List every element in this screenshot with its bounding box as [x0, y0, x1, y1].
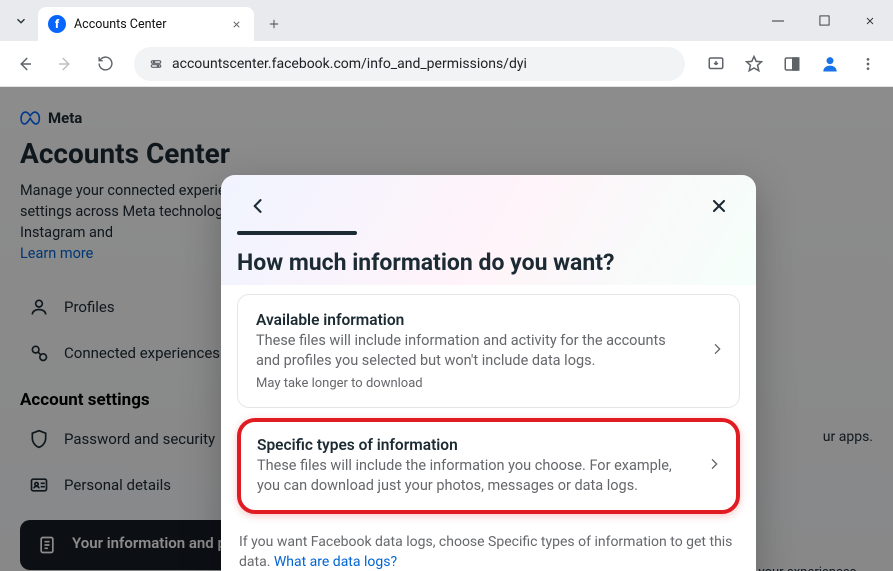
facebook-favicon: f	[48, 15, 66, 33]
modal-title: How much information do you want?	[237, 249, 740, 276]
browser-toolbar: accountscenter.facebook.com/info_and_per…	[0, 41, 893, 87]
window-minimize-button[interactable]	[755, 0, 801, 41]
site-settings-icon	[148, 56, 164, 72]
option-title: Available information	[256, 311, 687, 329]
side-panel-icon[interactable]	[775, 47, 809, 81]
chevron-right-icon	[706, 456, 722, 476]
window-maximize-button[interactable]	[801, 0, 847, 41]
data-logs-link[interactable]: What are data logs?	[274, 554, 397, 570]
modal-back-button[interactable]	[243, 191, 273, 221]
tab-close-button[interactable]	[228, 16, 244, 32]
new-tab-button[interactable]	[260, 10, 288, 38]
chevron-right-icon	[709, 341, 725, 361]
browser-tab-strip: f Accounts Center	[0, 0, 893, 41]
forward-button[interactable]	[48, 47, 82, 81]
address-bar[interactable]: accountscenter.facebook.com/info_and_per…	[134, 47, 685, 81]
install-app-icon[interactable]	[699, 47, 733, 81]
browser-tab[interactable]: f Accounts Center	[38, 7, 254, 41]
tab-title: Accounts Center	[74, 17, 220, 32]
bookmark-icon[interactable]	[737, 47, 771, 81]
reload-button[interactable]	[88, 47, 122, 81]
profile-icon[interactable]	[813, 47, 847, 81]
menu-icon[interactable]	[851, 47, 885, 81]
url-text: accountscenter.facebook.com/info_and_per…	[172, 56, 527, 72]
option-specific-types[interactable]: Specific types of information These file…	[237, 418, 740, 515]
window-controls	[755, 0, 893, 41]
modal-close-button[interactable]	[704, 191, 734, 221]
option-description: These files will include the information…	[257, 456, 686, 497]
option-description: These files will include information and…	[256, 331, 687, 372]
progress-indicator	[237, 231, 357, 235]
download-info-modal: How much information do you want? Availa…	[221, 175, 756, 571]
window-close-button[interactable]	[847, 0, 893, 41]
tab-search-button[interactable]	[4, 6, 38, 36]
option-note: May take longer to download	[256, 376, 687, 391]
back-button[interactable]	[8, 47, 42, 81]
option-available-information[interactable]: Available information These files will i…	[237, 294, 740, 408]
modal-footer-text: If you want Facebook data logs, choose S…	[237, 524, 740, 571]
option-title: Specific types of information	[257, 436, 686, 454]
